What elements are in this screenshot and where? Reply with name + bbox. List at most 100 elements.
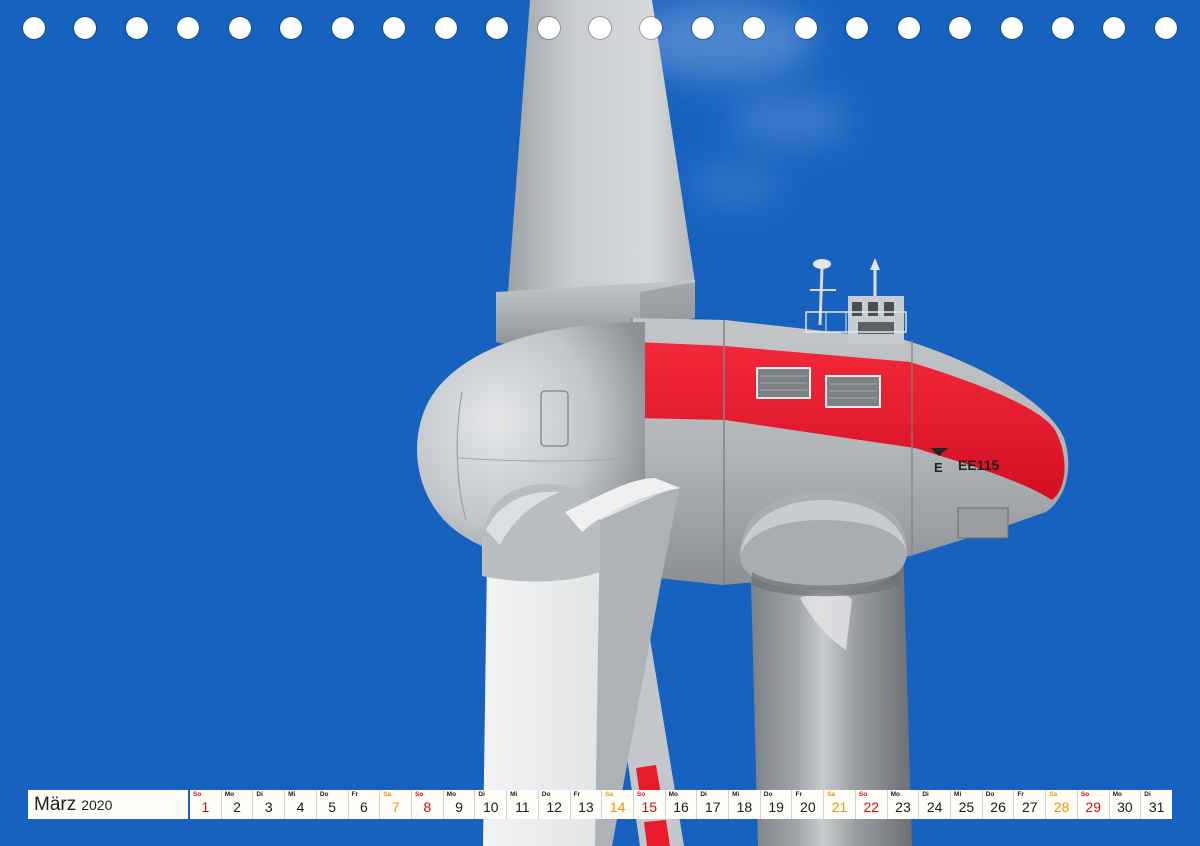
binding-hole [1000, 17, 1023, 39]
binding-hole [949, 17, 972, 39]
day-number: 21 [831, 799, 848, 815]
calendar-strip: März 2020 So 1 Mo 2 Di 3 Mi 4 Do 5 Fr 6 Sa 7 So 8 Mo 9 Di 1… [28, 790, 1172, 819]
day-number: 7 [391, 799, 400, 815]
day-cell-16: Mo 16 [665, 790, 697, 819]
day-cell-2: Mo 2 [221, 790, 253, 819]
binding-hole [177, 17, 200, 39]
day-number: 28 [1053, 799, 1070, 815]
binding-hole [125, 17, 148, 39]
day-number: 20 [800, 799, 816, 815]
weekday-label: So [1080, 791, 1090, 798]
day-cell-29: So 29 [1077, 790, 1109, 819]
day-cell-22: So 22 [855, 790, 887, 819]
day-cell-18: Mi 18 [729, 790, 760, 819]
binding-hole [434, 17, 457, 39]
day-cell-21: Sa 21 [824, 790, 855, 819]
weekday-label: Mo [668, 791, 679, 798]
day-number: 19 [768, 799, 784, 815]
weekday-label: Sa [1049, 791, 1058, 798]
day-number: 4 [296, 799, 305, 815]
day-cell-19: Do 19 [760, 790, 792, 819]
weekday-label: Mi [732, 791, 740, 798]
nacelle-model-label: EE115 [958, 457, 999, 473]
day-cell-24: Di 24 [919, 790, 951, 819]
day-cell-28: Sa 28 [1046, 790, 1077, 819]
binding-hole [23, 17, 45, 39]
day-cell-25: Mi 25 [951, 790, 982, 819]
day-number: 31 [1148, 799, 1165, 815]
weekday-label: Mo [446, 791, 457, 798]
day-number: 13 [578, 799, 594, 815]
day-cell-1: So 1 [190, 790, 221, 819]
binding-hole [588, 17, 611, 39]
weekday-label: Sa [605, 791, 614, 798]
binding-hole [331, 17, 354, 39]
day-cell-6: Fr 6 [348, 790, 380, 819]
year: 2020 [81, 797, 113, 813]
binding-hole [897, 17, 920, 39]
weekday-label: Mo [1112, 791, 1122, 798]
weekday-label: Mi [288, 791, 296, 798]
binding-holes [0, 0, 1200, 60]
day-cell-7: Sa 7 [380, 790, 411, 819]
day-cell-26: Do 26 [982, 790, 1014, 819]
day-cell-5: Do 5 [316, 790, 348, 819]
month-label-box: März 2020 [28, 790, 188, 819]
day-cells: So 1 Mo 2 Di 3 Mi 4 Do 5 Fr 6 Sa 7 So 8 Mo 9 Di 10 Mi 11 Do 12 F… [190, 790, 1172, 819]
nacelle-window [825, 375, 881, 408]
weekday-label: Di [256, 791, 263, 798]
weekday-label: Mi [510, 791, 518, 798]
day-number: 30 [1117, 799, 1133, 815]
day-number: 26 [990, 799, 1006, 815]
binding-hole [1154, 17, 1177, 39]
day-cell-20: Fr 20 [792, 790, 824, 819]
day-number: 8 [423, 799, 432, 815]
binding-hole [486, 17, 509, 39]
weekday-label: Sa [383, 791, 392, 798]
weekday-label: Mi [954, 791, 962, 798]
binding-hole [228, 17, 251, 39]
nacelle-hatch [957, 507, 1009, 539]
weekday-label: Fr [573, 791, 581, 798]
day-number: 14 [609, 799, 626, 815]
weekday-label: So [414, 791, 424, 798]
day-number: 15 [641, 799, 658, 815]
binding-hole [794, 17, 817, 39]
day-cell-11: Mi 11 [507, 790, 538, 819]
day-number: 1 [201, 799, 210, 815]
day-cell-13: Fr 13 [570, 790, 602, 819]
binding-hole [640, 17, 663, 39]
day-cell-15: So 15 [633, 790, 665, 819]
weekday-label: Di [1144, 791, 1151, 798]
binding-hole [1052, 17, 1074, 39]
weekday-label: Fr [795, 791, 802, 798]
weekday-label: So [193, 791, 202, 798]
day-number: 2 [233, 799, 241, 815]
weekday-label: Sa [827, 791, 836, 798]
day-cell-8: So 8 [411, 790, 443, 819]
weekday-label: Mo [224, 791, 235, 798]
day-number: 12 [546, 799, 562, 815]
binding-hole [691, 17, 714, 39]
weekday-label: Fr [351, 791, 359, 798]
wind-turbine-photo: E EE115 [0, 0, 1200, 846]
weekday-label: Di [700, 791, 707, 798]
day-cell-4: Mi 4 [285, 790, 316, 819]
binding-hole [280, 17, 303, 39]
day-number: 10 [482, 799, 499, 815]
binding-hole [383, 17, 406, 39]
day-cell-12: Do 12 [538, 790, 570, 819]
weekday-label: Do [763, 791, 773, 798]
weekday-label: Do [319, 791, 329, 798]
binding-hole [537, 17, 560, 39]
weekday-label: Do [985, 791, 995, 798]
day-number: 27 [1022, 799, 1038, 815]
binding-hole [74, 17, 97, 39]
day-cell-23: Mo 23 [887, 790, 919, 819]
day-cell-10: Di 10 [475, 790, 507, 819]
weekday-label: Do [541, 791, 551, 798]
day-number: 24 [926, 799, 943, 815]
weekday-label: Mo [890, 791, 900, 798]
day-number: 17 [704, 799, 721, 815]
day-number: 23 [895, 799, 911, 815]
